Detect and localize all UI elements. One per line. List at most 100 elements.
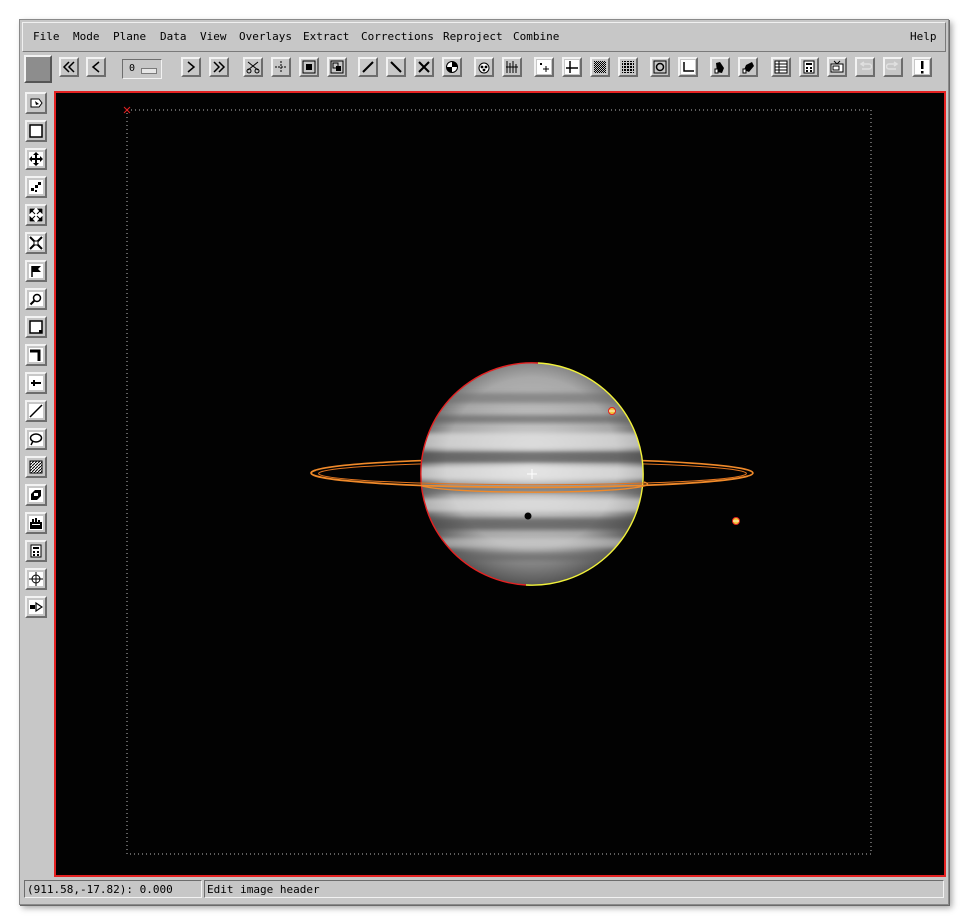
moon-marker-1	[608, 407, 616, 415]
redo-button[interactable]	[883, 57, 903, 77]
tool-calculator[interactable]	[25, 540, 47, 562]
copy-region-icon	[330, 60, 344, 74]
toolbar: 0	[22, 54, 946, 86]
grid-dither-button[interactable]	[590, 57, 610, 77]
slice-icon	[29, 376, 43, 390]
tool-pixel-grid[interactable]	[25, 176, 47, 198]
tool-select[interactable]	[25, 92, 47, 114]
color-wheel-icon	[446, 61, 458, 73]
alert-button[interactable]	[912, 57, 932, 77]
diagonal-line-icon	[390, 61, 402, 73]
center-target-icon	[29, 572, 43, 586]
zoom-fit-icon	[29, 208, 43, 222]
point-marker-button[interactable]	[534, 57, 554, 77]
menu-mode[interactable]: Mode	[73, 30, 100, 43]
axes-button[interactable]	[678, 57, 698, 77]
tool-histogram[interactable]	[25, 512, 47, 534]
frame-circle-button[interactable]	[650, 57, 670, 77]
moon-shadow	[524, 512, 532, 520]
palette-button[interactable]	[474, 57, 494, 77]
calculator-icon	[803, 60, 815, 74]
menu-file[interactable]: File	[33, 30, 60, 43]
zoom-out-fit-icon	[29, 236, 43, 250]
image-display[interactable]	[54, 91, 946, 877]
lasso-icon	[29, 432, 43, 446]
tool-paint[interactable]	[25, 484, 47, 506]
plane-number-value: 0	[129, 63, 136, 74]
tool-line[interactable]	[25, 400, 47, 422]
crop-icon	[275, 61, 287, 73]
draw-line-button[interactable]	[358, 57, 378, 77]
color-swatch-button[interactable]	[24, 55, 52, 83]
calculator-icon	[30, 544, 42, 558]
menu-data[interactable]: Data	[160, 30, 187, 43]
frame-icon	[302, 60, 316, 74]
table-button[interactable]	[771, 57, 791, 77]
status-message: Edit image header	[204, 880, 944, 898]
menu-view[interactable]: View	[200, 30, 227, 43]
tool-lasso[interactable]	[25, 428, 47, 450]
magnifier-icon	[29, 292, 43, 306]
tool-slice[interactable]	[25, 372, 47, 394]
tv-icon	[830, 60, 844, 73]
tool-zoom-out-fit[interactable]	[25, 232, 47, 254]
menu-corrections[interactable]: Corrections	[361, 30, 434, 43]
first-plane-button[interactable]	[59, 57, 79, 77]
x-tools-button[interactable]	[414, 57, 434, 77]
calculator-button[interactable]	[799, 57, 819, 77]
menu-bar: File Mode Plane Data View Overlays Extra…	[22, 22, 946, 52]
histogram-bars-button[interactable]	[502, 57, 522, 77]
last-plane-button[interactable]	[209, 57, 229, 77]
previous-plane-button[interactable]	[86, 57, 106, 77]
thumb-left-button[interactable]	[710, 57, 730, 77]
menu-plane[interactable]: Plane	[113, 30, 146, 43]
tool-pan[interactable]	[25, 148, 47, 170]
plane-number-spinner[interactable]: 0	[122, 59, 162, 79]
menu-extract[interactable]: Extract	[303, 30, 349, 43]
crosshair-icon	[565, 60, 579, 74]
undo-button[interactable]	[855, 57, 875, 77]
tool-rectangle-outline[interactable]	[25, 316, 47, 338]
status-bar: (911.58,-17.82): 0.000 Edit image header	[22, 880, 946, 900]
draw-line-icon	[362, 61, 374, 73]
menu-help[interactable]: Help	[910, 30, 937, 43]
alert-icon	[915, 60, 929, 74]
pixel-grid-icon	[29, 180, 43, 194]
x-tools-icon	[418, 61, 430, 73]
table-icon	[774, 60, 788, 74]
diagonal-line-button[interactable]	[386, 57, 406, 77]
menu-combine[interactable]: Combine	[513, 30, 559, 43]
tool-corner[interactable]	[25, 344, 47, 366]
tool-center-target[interactable]	[25, 568, 47, 590]
next-plane-button[interactable]	[181, 57, 201, 77]
tool-flag[interactable]	[25, 260, 47, 282]
previous-plane-icon	[91, 61, 100, 73]
tv-button[interactable]	[827, 57, 847, 77]
histogram-bars-icon	[506, 61, 518, 73]
crosshair-button[interactable]	[562, 57, 582, 77]
first-plane-icon	[62, 61, 75, 73]
tool-arrow-right[interactable]	[25, 596, 47, 618]
next-plane-icon	[187, 61, 196, 73]
image-canvas[interactable]	[56, 93, 944, 875]
moon-marker-2	[732, 517, 740, 525]
menu-reproject[interactable]: Reproject	[443, 30, 503, 43]
tool-texture[interactable]	[25, 456, 47, 478]
paint-icon	[29, 488, 43, 502]
tool-rectangle[interactable]	[25, 120, 47, 142]
app-window: File Mode Plane Data View Overlays Extra…	[19, 19, 949, 905]
grid-dots-button[interactable]	[618, 57, 638, 77]
tool-magnifier[interactable]	[25, 288, 47, 310]
color-wheel-button[interactable]	[442, 57, 462, 77]
frame-circle-icon	[653, 60, 667, 74]
copy-region-button[interactable]	[327, 57, 347, 77]
plane-slider-handle[interactable]	[141, 68, 157, 74]
tool-zoom-fit[interactable]	[25, 204, 47, 226]
flag-icon	[29, 264, 43, 278]
menu-overlays[interactable]: Overlays	[239, 30, 292, 43]
frame-button[interactable]	[299, 57, 319, 77]
cut-button[interactable]	[243, 57, 263, 77]
last-plane-icon	[213, 61, 226, 73]
thumb-right-button[interactable]	[738, 57, 758, 77]
crop-button[interactable]	[271, 57, 291, 77]
